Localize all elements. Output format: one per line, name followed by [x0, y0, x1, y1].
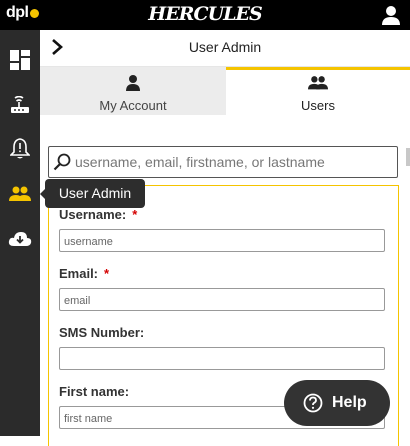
cloud-download-icon	[8, 232, 32, 246]
scrollbar-thumb[interactable]	[406, 148, 410, 166]
people-icon	[308, 76, 328, 90]
field-label: First name:	[59, 384, 130, 399]
tab-bar: My Account Users	[40, 67, 410, 115]
tab-label: Users	[301, 98, 335, 113]
required-marker: *	[132, 207, 138, 222]
alert-bell-icon	[10, 138, 30, 159]
username-label: Username: *	[59, 207, 137, 222]
sidebar-tooltip: User Admin	[40, 179, 145, 208]
first-name-label: First name:	[59, 384, 129, 399]
sidebar-item-devices[interactable]	[0, 87, 40, 123]
sidebar-item-user-admin[interactable]	[0, 176, 40, 212]
field-label: Email:	[59, 266, 99, 281]
users-icon	[9, 186, 31, 201]
sms-number-field[interactable]	[59, 347, 385, 370]
dashboard-icon	[10, 50, 30, 70]
help-button[interactable]: Help	[284, 380, 390, 426]
field-placeholder: first name	[64, 413, 113, 425]
main-panel: User Admin My Account Users username, em	[40, 30, 410, 446]
search-input[interactable]: username, email, firstname, or lastname	[48, 146, 398, 178]
question-circle-icon	[303, 393, 323, 413]
required-marker: *	[104, 266, 110, 281]
tab-users[interactable]: Users	[226, 67, 410, 115]
field-label: SMS Number:	[59, 325, 145, 340]
page-header: User Admin	[40, 30, 410, 67]
email-field[interactable]: email	[59, 288, 385, 311]
hercules-brand: HERCULES	[148, 3, 262, 25]
router-icon	[11, 96, 29, 113]
field-placeholder: username	[64, 236, 113, 248]
sidebar	[0, 30, 40, 436]
person-icon	[126, 75, 140, 91]
page-title: User Admin	[188, 39, 262, 55]
sidebar-item-dashboard[interactable]	[0, 42, 40, 78]
search-icon	[53, 153, 71, 171]
sidebar-item-download[interactable]	[0, 221, 40, 257]
field-label: Username:	[59, 207, 127, 222]
user-icon[interactable]	[382, 5, 400, 25]
help-label: Help	[332, 394, 367, 411]
email-label: Email: *	[59, 266, 109, 281]
username-field[interactable]: username	[59, 229, 385, 252]
sms-number-label: SMS Number:	[59, 325, 144, 340]
tab-my-account[interactable]: My Account	[40, 67, 226, 115]
top-bar: dpl HERCULES	[0, 0, 410, 30]
tab-label: My Account	[99, 98, 167, 113]
field-placeholder: email	[64, 295, 91, 307]
sidebar-item-alerts[interactable]	[0, 131, 40, 167]
search-placeholder: username, email, firstname, or lastname	[75, 154, 325, 170]
